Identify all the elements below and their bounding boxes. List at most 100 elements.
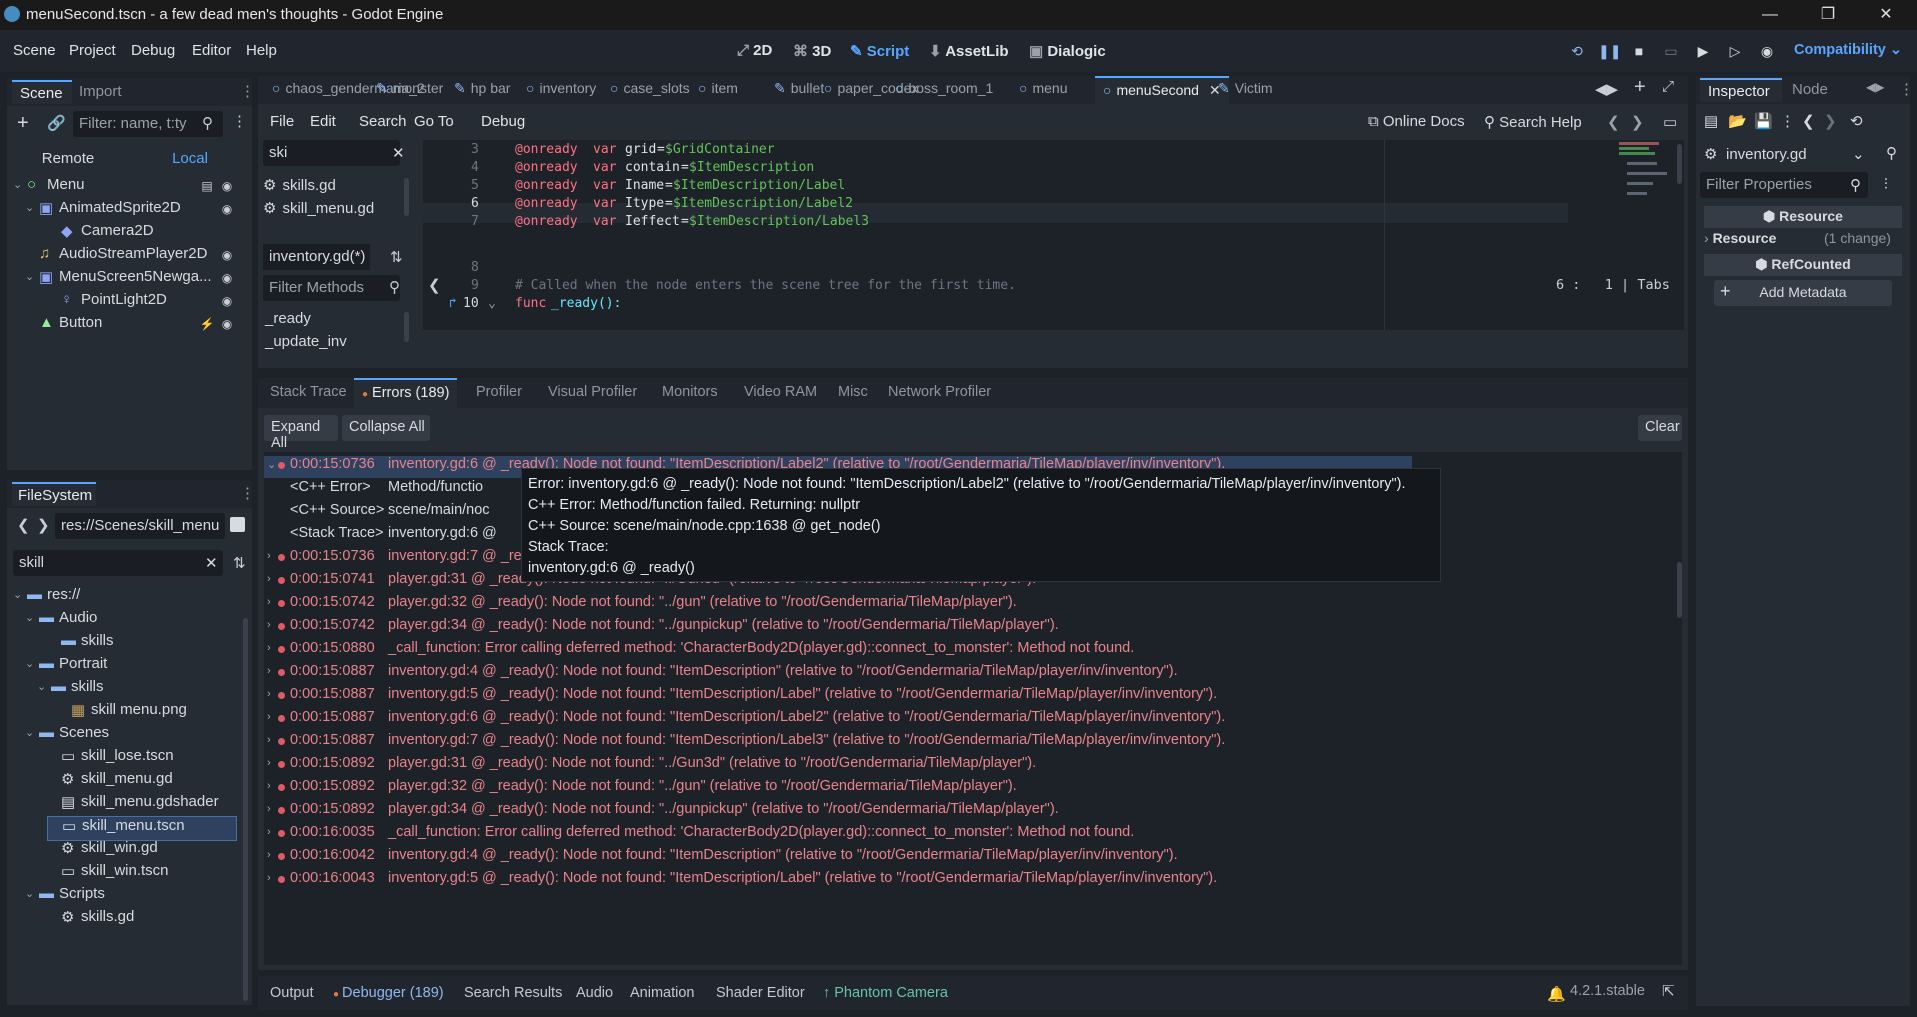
object-tools-icon[interactable]: ⚲ — [1886, 144, 1897, 162]
main-3d-button[interactable]: ⌘ 3D — [793, 42, 831, 60]
chevron-right-icon[interactable]: › — [267, 642, 271, 654]
dock-arrows-icon[interactable]: ◀▶ — [1866, 80, 1884, 94]
error-row[interactable]: › 0:00:15:0887 inventory.gd:6 @ _ready(): … — [264, 709, 1412, 731]
expand-all-button[interactable]: Expand All — [264, 415, 338, 451]
remote-debug-icon[interactable]: ▭ — [1660, 40, 1682, 62]
distraction-free-icon[interactable]: ⤢ — [1662, 78, 1674, 95]
file-item[interactable]: ⚙ skill_win.gd — [47, 839, 235, 862]
clear-button[interactable]: Clear — [1638, 415, 1682, 441]
fold-icon[interactable]: ⌄ — [488, 296, 496, 311]
local-toggle[interactable]: Local — [129, 146, 251, 172]
tab-inventory[interactable]: ○ inventory — [526, 80, 596, 100]
file-tree-scrollbar[interactable] — [243, 618, 248, 1001]
debugger-tab-errors[interactable]: ● Errors (189) — [354, 378, 458, 408]
forward-icon[interactable]: ❯ — [37, 516, 50, 534]
tab-scene[interactable]: Scene — [12, 80, 72, 104]
main-assetlib-button[interactable]: ⬇ AssetLib — [929, 42, 1009, 60]
dock-menu-icon[interactable]: ⋮ — [240, 82, 255, 100]
minimize-button[interactable]: — — [1747, 2, 1793, 28]
method-list-item[interactable]: _ready — [263, 310, 400, 332]
error-row[interactable]: › 0:00:15:0892 player.gd:34 @ _ready(): No… — [264, 801, 1412, 823]
debugger-tab-monitors[interactable]: Monitors — [662, 384, 718, 400]
method-list-scrollbar[interactable] — [404, 312, 409, 342]
back-icon[interactable]: ❮ — [17, 516, 30, 534]
error-scrollbar[interactable] — [1677, 562, 1682, 618]
chevron-down-icon[interactable]: ⌄ — [13, 588, 22, 601]
scene-filter-input[interactable]: Filter: name, t:ty — [73, 111, 223, 137]
scene-node[interactable]: ◆ Camera2D — [47, 222, 237, 245]
resource-category[interactable]: ⬢ Resource — [1704, 206, 1902, 228]
scene-options-icon[interactable]: ⋮ — [232, 112, 247, 130]
file-item[interactable]: ▦ skill menu.png — [57, 701, 235, 724]
visibility-eye-icon[interactable]: ◉ — [219, 179, 235, 195]
play-scene-icon[interactable]: ▶ — [1692, 40, 1714, 62]
bottom-tab-output[interactable]: Output — [270, 985, 314, 1001]
history-icon[interactable]: ⟲ — [1850, 112, 1863, 130]
visibility-eye-icon[interactable]: ◉ — [219, 317, 235, 333]
chevron-right-icon[interactable]: › — [267, 711, 271, 723]
new-resource-icon[interactable]: ▤ — [1704, 112, 1718, 130]
debugger-tab-profiler[interactable]: Profiler — [476, 384, 522, 400]
error-row[interactable]: › 0:00:15:0887 inventory.gd:5 @ _ready(): … — [264, 686, 1412, 708]
object-selector[interactable]: ⚙ inventory.gd ⌄ — [1702, 142, 1870, 168]
save-resource-icon[interactable]: 💾 — [1754, 112, 1773, 130]
chevron-right-icon[interactable]: › — [267, 619, 271, 631]
menu-debug[interactable]: Debug — [131, 42, 175, 59]
script-list-item[interactable]: ⚙ skill_menu.gd — [263, 199, 400, 221]
link-icon[interactable]: 🔗 — [47, 114, 66, 132]
add-metadata-button[interactable]: + Add Metadata — [1714, 280, 1892, 306]
file-item[interactable]: ▭ skill_win.tscn — [47, 862, 235, 885]
tab-import[interactable]: Import — [79, 83, 122, 100]
refcounted-category[interactable]: ⬢ RefCounted — [1704, 254, 1902, 276]
stop-icon[interactable]: ■ — [1628, 40, 1650, 62]
file-item[interactable]: ▭ skill_menu.tscn — [47, 816, 237, 841]
main-script-button[interactable]: ✎ Script — [850, 42, 909, 60]
bottom-tab-phantom[interactable]: ↑ Phantom Camera — [823, 985, 948, 1001]
reload-icon[interactable]: ⟲ — [1566, 40, 1588, 62]
online-docs-link[interactable]: ⧉ Online Docs — [1368, 113, 1465, 130]
script-attached-icon[interactable]: ▤ — [199, 179, 215, 195]
close-window-button[interactable]: ✕ — [1863, 2, 1909, 28]
chevron-down-icon[interactable]: ⌄ — [37, 680, 46, 693]
expand-panel-icon[interactable]: ⇱ — [1662, 982, 1675, 1000]
script-filter-input[interactable]: ski — [263, 140, 400, 166]
history-back-icon[interactable]: ❮ — [1802, 112, 1815, 130]
debugger-tab-misc[interactable]: Misc — [838, 384, 868, 400]
chevron-down-icon[interactable]: ⌄ — [25, 201, 34, 214]
chevron-right-icon[interactable]: › — [267, 550, 271, 562]
visibility-eye-icon[interactable]: ◉ — [219, 248, 235, 264]
chevron-right-icon[interactable]: › — [267, 849, 271, 861]
filter-settings-icon[interactable]: ⫶ — [1884, 176, 1888, 193]
scene-node[interactable]: ♀ PointLight2D ◉ — [47, 291, 237, 314]
dock-menu-icon[interactable]: ⋮ — [1899, 80, 1914, 98]
tabs-left-icon[interactable]: ◀▶ — [1595, 80, 1618, 98]
tab-inspector[interactable]: Inspector — [1700, 78, 1782, 102]
file-item[interactable]: ▭ skill_lose.tscn — [47, 747, 235, 770]
chevron-down-icon[interactable]: ⌄ — [13, 178, 22, 191]
bottom-tab-shader[interactable]: Shader Editor — [716, 985, 805, 1001]
chevron-right-icon[interactable]: › — [267, 872, 271, 884]
file-item[interactable]: ⌄ ▬ Scripts — [25, 885, 235, 908]
code-editor[interactable]: 3 @onready var grid = $GridContainer 4 @onready… — [423, 140, 1684, 330]
menu-scene[interactable]: Scene — [13, 42, 56, 59]
method-list-item[interactable]: _update_inv — [263, 333, 400, 355]
collapse-all-button[interactable]: Collapse All — [342, 415, 430, 441]
open-resource-icon[interactable]: 📂 — [1728, 112, 1747, 130]
new-tab-icon[interactable]: + — [1634, 76, 1646, 99]
clear-filter-icon[interactable]: ✕ — [392, 144, 405, 162]
filter-properties-input[interactable]: Filter Properties — [1700, 172, 1868, 198]
resource-menu-icon[interactable]: ⋮ — [1780, 112, 1795, 130]
bottom-tab-search[interactable]: Search Results — [464, 985, 562, 1001]
scene-node[interactable]: ♫ AudioStreamPlayer2D ◉ — [25, 245, 237, 268]
tab-bullet[interactable]: ✎ bullet — [774, 80, 824, 100]
chevron-right-icon[interactable]: › — [267, 688, 271, 700]
search-help-button[interactable]: ⚲ Search Help — [1484, 113, 1582, 131]
chevron-down-icon[interactable]: ⌄ — [25, 657, 34, 670]
history-forward-icon[interactable]: ❯ — [1631, 113, 1644, 131]
error-row[interactable]: › 0:00:15:0892 player.gd:31 @ _ready(): No… — [264, 755, 1412, 777]
code-minimap[interactable] — [1619, 142, 1681, 212]
script-list-scrollbar[interactable] — [404, 178, 409, 216]
script-menu-debug[interactable]: Debug — [481, 113, 525, 130]
main-2d-button[interactable]: ⤢ 2D — [737, 42, 772, 59]
chevron-right-icon[interactable]: › — [267, 573, 271, 585]
